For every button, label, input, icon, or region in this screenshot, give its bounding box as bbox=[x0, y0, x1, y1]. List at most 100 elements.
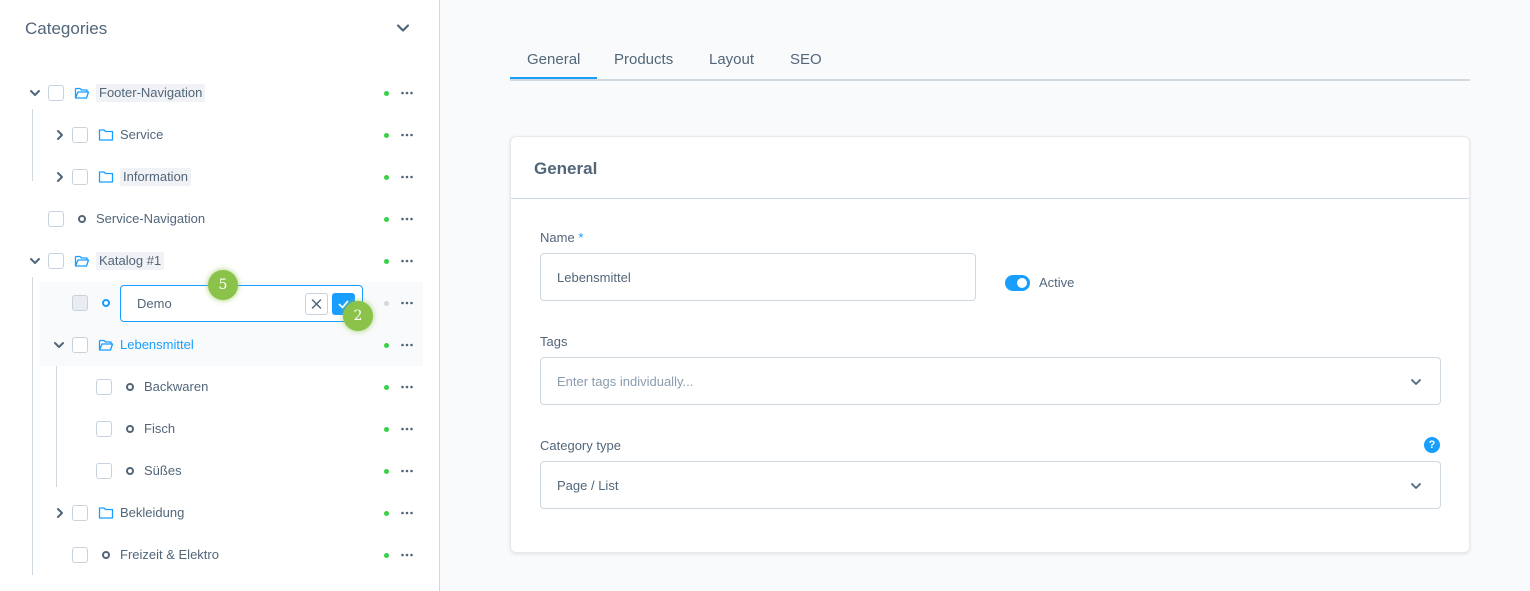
tree-checkbox[interactable] bbox=[96, 463, 112, 479]
tree-item-label[interactable]: Service-Navigation bbox=[96, 210, 205, 228]
tree-item-label[interactable]: Service bbox=[120, 126, 163, 144]
category-dot-icon bbox=[102, 299, 110, 307]
sidebar-header: Categories bbox=[25, 18, 415, 40]
name-label-text: Name bbox=[540, 230, 575, 245]
tree-checkbox[interactable] bbox=[96, 421, 112, 437]
folder-icon bbox=[98, 171, 114, 183]
more-icon[interactable] bbox=[400, 128, 414, 142]
edit-input-value: Demo bbox=[137, 296, 172, 311]
tree-item-label[interactable]: Bekleidung bbox=[120, 504, 184, 522]
tree-item-information[interactable]: Information bbox=[0, 156, 440, 198]
category-dot-icon bbox=[126, 467, 134, 475]
help-icon[interactable]: ? bbox=[1424, 437, 1440, 453]
chevron-down-icon[interactable] bbox=[28, 254, 42, 268]
status-indicator bbox=[384, 427, 389, 432]
chevron-down-icon[interactable] bbox=[28, 86, 42, 100]
callout-badge: 2 bbox=[343, 301, 373, 331]
tags-select[interactable]: Enter tags individually... bbox=[540, 357, 1441, 405]
tree-item-label[interactable]: Katalog #1 bbox=[96, 252, 165, 270]
status-indicator bbox=[384, 91, 389, 96]
tree-item-label[interactable]: Footer-Navigation bbox=[96, 84, 206, 102]
general-card: General Name * Lebensmittel Active Tags … bbox=[510, 136, 1470, 553]
category-name-edit-input[interactable]: Demo bbox=[120, 285, 363, 322]
more-icon[interactable] bbox=[400, 212, 414, 226]
tree-checkbox[interactable] bbox=[72, 127, 88, 143]
callout-badge: 5 bbox=[208, 270, 238, 300]
tree-checkbox[interactable] bbox=[72, 547, 88, 563]
chevron-right-icon[interactable] bbox=[53, 128, 67, 142]
tree-item-label[interactable]: Freizeit & Elektro bbox=[120, 546, 219, 564]
more-icon[interactable] bbox=[400, 422, 414, 436]
name-label: Name * bbox=[540, 230, 583, 246]
tree-checkbox[interactable] bbox=[96, 379, 112, 395]
folder-icon bbox=[98, 129, 114, 141]
tree-checkbox[interactable] bbox=[48, 253, 64, 269]
more-icon[interactable] bbox=[400, 170, 414, 184]
status-indicator bbox=[384, 133, 389, 138]
category-dot-icon bbox=[102, 551, 110, 559]
tree-item-backwaren[interactable]: Backwaren bbox=[0, 366, 440, 408]
more-icon[interactable] bbox=[400, 464, 414, 478]
status-indicator bbox=[384, 217, 389, 222]
more-icon[interactable] bbox=[400, 296, 414, 310]
tree-checkbox[interactable] bbox=[72, 505, 88, 521]
folder-open-icon bbox=[74, 87, 90, 99]
folder-icon bbox=[98, 507, 114, 519]
tags-placeholder: Enter tags individually... bbox=[557, 374, 694, 389]
status-indicator bbox=[384, 301, 389, 306]
tab-products[interactable]: Products bbox=[614, 50, 673, 70]
status-indicator bbox=[384, 175, 389, 180]
name-field[interactable]: Lebensmittel bbox=[540, 253, 976, 301]
tab-layout[interactable]: Layout bbox=[709, 50, 754, 70]
more-icon[interactable] bbox=[400, 254, 414, 268]
tree-item-service-navigation[interactable]: Service-Navigation bbox=[0, 198, 440, 240]
active-toggle[interactable] bbox=[1005, 275, 1030, 291]
tree-item-label[interactable]: Backwaren bbox=[144, 378, 208, 396]
tree-item-freizeit-elektro[interactable]: Freizeit & Elektro bbox=[0, 534, 440, 576]
toggle-knob bbox=[1017, 278, 1027, 288]
tree-checkbox[interactable] bbox=[48, 211, 64, 227]
cancel-edit-button[interactable] bbox=[305, 293, 328, 315]
category-type-select[interactable]: Page / List bbox=[540, 461, 1441, 509]
tab-seo[interactable]: SEO bbox=[790, 50, 822, 70]
tree-item-label[interactable]: Lebensmittel bbox=[120, 336, 194, 354]
category-dot-icon bbox=[126, 425, 134, 433]
tree-item-fisch[interactable]: Fisch bbox=[0, 408, 440, 450]
close-icon bbox=[311, 299, 322, 309]
chevron-down-icon[interactable] bbox=[395, 20, 411, 36]
folder-open-icon bbox=[98, 339, 114, 351]
active-tab-indicator bbox=[510, 77, 597, 79]
tree-item-label[interactable]: Information bbox=[120, 168, 192, 186]
status-indicator bbox=[384, 259, 389, 264]
tree-checkbox[interactable] bbox=[72, 337, 88, 353]
tree-checkbox bbox=[72, 295, 88, 311]
categories-sidebar: Categories Footer-Navigation Service Inf… bbox=[0, 0, 440, 591]
category-type-value: Page / List bbox=[557, 478, 619, 493]
tree-checkbox[interactable] bbox=[72, 169, 88, 185]
folder-open-icon bbox=[74, 255, 90, 267]
tree-item-footer-navigation[interactable]: Footer-Navigation bbox=[0, 72, 440, 114]
chevron-down-icon[interactable] bbox=[52, 338, 66, 352]
tree-checkbox[interactable] bbox=[48, 85, 64, 101]
name-field-value: Lebensmittel bbox=[557, 270, 631, 285]
tree-item-service[interactable]: Service bbox=[0, 114, 440, 156]
chevron-right-icon[interactable] bbox=[53, 170, 67, 184]
more-icon[interactable] bbox=[400, 338, 414, 352]
more-icon[interactable] bbox=[400, 86, 414, 100]
required-mark: * bbox=[578, 230, 584, 245]
category-dot-icon bbox=[126, 383, 134, 391]
chevron-down-icon bbox=[1411, 483, 1421, 489]
tree-item-label[interactable]: Fisch bbox=[144, 420, 175, 438]
tree-item-label[interactable]: Süßes bbox=[144, 462, 182, 480]
tab-bar: General Products Layout SEO bbox=[510, 42, 1470, 81]
status-indicator bbox=[384, 343, 389, 348]
tree-item-bekleidung[interactable]: Bekleidung bbox=[0, 492, 440, 534]
chevron-right-icon[interactable] bbox=[53, 506, 67, 520]
tree-item-suesses[interactable]: Süßes bbox=[0, 450, 440, 492]
more-icon[interactable] bbox=[400, 380, 414, 394]
status-indicator bbox=[384, 511, 389, 516]
more-icon[interactable] bbox=[400, 506, 414, 520]
tree-item-lebensmittel[interactable]: Lebensmittel bbox=[40, 324, 423, 366]
more-icon[interactable] bbox=[400, 548, 414, 562]
tab-general[interactable]: General bbox=[527, 50, 580, 70]
